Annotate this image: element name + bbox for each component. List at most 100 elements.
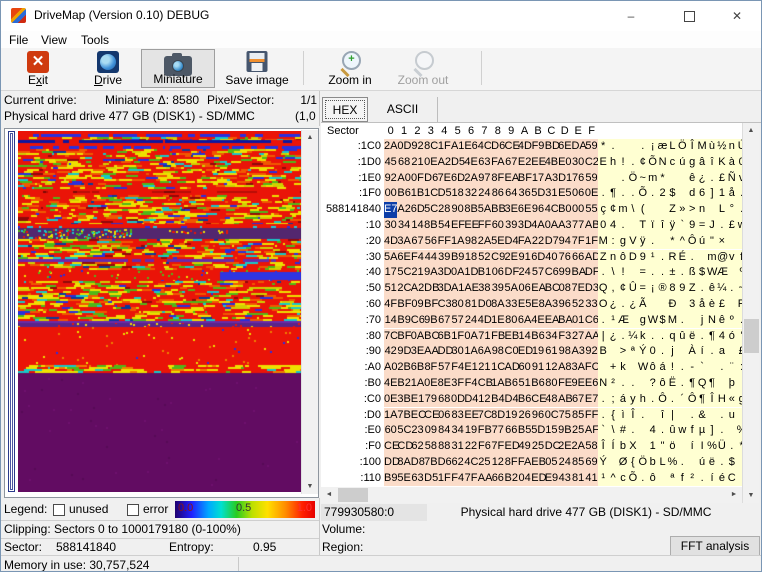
hex-byte[interactable]: 6E <box>397 250 410 266</box>
hex-byte[interactable]: FF <box>585 408 598 424</box>
hex-byte[interactable]: 19 <box>505 408 518 424</box>
ascii-char[interactable]: % <box>667 455 677 471</box>
ascii-char[interactable]: E <box>598 155 608 171</box>
hex-byte[interactable]: 9D <box>397 344 410 360</box>
hex-byte[interactable]: E0 <box>558 155 571 171</box>
ascii-char[interactable]: N <box>598 376 608 392</box>
ascii-char[interactable]: : <box>608 234 618 250</box>
hex-byte[interactable]: D4 <box>464 392 477 408</box>
hex-byte[interactable]: A2 <box>397 202 410 218</box>
hex-byte[interactable]: 4D <box>478 313 491 329</box>
ascii-char[interactable]: n <box>727 139 737 155</box>
ascii-char[interactable]: | <box>598 329 608 345</box>
ascii-char[interactable]: ª <box>667 471 677 487</box>
hex-byte[interactable]: D4 <box>505 234 518 250</box>
hex-byte[interactable]: AD <box>505 360 518 376</box>
hex-byte[interactable]: 34 <box>545 329 558 345</box>
hex-byte[interactable]: 80 <box>505 313 518 329</box>
hex-byte[interactable]: B6 <box>505 376 518 392</box>
hex-byte[interactable]: D6 <box>424 171 437 187</box>
ascii-char[interactable]: f <box>687 423 697 439</box>
hex-byte[interactable]: E7 <box>384 202 397 218</box>
hex-byte[interactable]: EE <box>531 155 544 171</box>
ascii-char[interactable]: . <box>638 408 648 424</box>
hex-byte[interactable]: 2E <box>558 439 571 455</box>
hex-byte[interactable]: 5A <box>505 281 518 297</box>
hex-byte[interactable]: BB <box>491 202 504 218</box>
hex-byte[interactable]: 67 <box>411 234 424 250</box>
hex-byte[interactable]: 91 <box>518 250 531 266</box>
ascii-char[interactable]: " <box>658 439 668 455</box>
ascii-char[interactable]: . <box>598 408 608 424</box>
ascii-char[interactable]: Ã <box>638 297 648 313</box>
tab-hex[interactable]: HEX <box>322 97 368 122</box>
hex-byte[interactable]: 49 <box>518 439 531 455</box>
hex-byte[interactable]: 33 <box>505 297 518 313</box>
hex-byte[interactable]: 5E <box>491 234 504 250</box>
ascii-char[interactable]: í <box>707 471 717 487</box>
hex-byte[interactable]: 12 <box>478 392 491 408</box>
ascii-char[interactable]: b <box>618 439 628 455</box>
ascii-char[interactable]: ] <box>707 186 717 202</box>
ascii-char[interactable]: . <box>618 376 628 392</box>
ascii-char[interactable]: ô <box>618 250 628 266</box>
ascii-char[interactable]: Î <box>598 439 608 455</box>
hex-byte[interactable]: 98 <box>464 234 477 250</box>
hex-byte[interactable]: D5 <box>424 471 437 487</box>
ascii-char[interactable]: = <box>697 218 707 234</box>
hex-byte[interactable]: B9 <box>397 313 410 329</box>
hex-byte[interactable]: A1 <box>451 139 464 155</box>
hex-byte[interactable]: 62 <box>411 439 424 455</box>
hex-byte[interactable]: 19 <box>464 423 477 439</box>
ascii-char[interactable]: M <box>598 234 608 250</box>
hex-byte[interactable]: 00 <box>384 186 397 202</box>
hex-byte[interactable]: B5 <box>518 423 531 439</box>
ascii-char[interactable]: ` <box>598 423 608 439</box>
hex-byte[interactable]: 3D <box>438 281 451 297</box>
ascii-char[interactable]: m <box>648 171 658 187</box>
hex-byte[interactable]: F6 <box>478 439 491 455</box>
ascii-char[interactable]: m <box>707 250 717 266</box>
ascii-char[interactable]: µ <box>697 423 707 439</box>
ascii-char[interactable]: ¹ <box>598 471 608 487</box>
hex-byte[interactable]: 96 <box>531 408 544 424</box>
ascii-char[interactable]: ¿ <box>608 329 618 345</box>
ascii-char[interactable]: . <box>677 455 687 471</box>
hex-byte[interactable]: 1C <box>491 360 504 376</box>
hex-byte[interactable]: ED <box>531 471 544 487</box>
hex-byte[interactable]: AE <box>464 281 477 297</box>
hex-byte[interactable]: 63 <box>478 155 491 171</box>
ascii-char[interactable]: . <box>717 218 727 234</box>
hex-byte[interactable]: E5 <box>518 297 531 313</box>
ascii-char[interactable]: ¹ <box>608 313 618 329</box>
close-button[interactable]: ✕ <box>713 1 761 31</box>
hex-byte[interactable]: A8 <box>558 360 571 376</box>
ascii-char[interactable]: O <box>598 297 608 313</box>
ascii-char[interactable]: j <box>697 313 707 329</box>
hex-byte[interactable]: BC <box>424 329 437 345</box>
ascii-char[interactable]: ¡ <box>648 281 658 297</box>
hex-byte[interactable]: 62 <box>451 455 464 471</box>
hex-byte[interactable]: 05 <box>545 455 558 471</box>
hex-byte[interactable]: 22 <box>531 234 544 250</box>
hex-byte[interactable]: 6B <box>411 360 424 376</box>
hex-byte[interactable]: 26 <box>518 408 531 424</box>
hex-byte[interactable]: 6B <box>438 329 451 345</box>
hex-byte[interactable]: 17 <box>531 171 544 187</box>
ascii-char[interactable]: g <box>618 234 628 250</box>
hex-byte[interactable]: AD <box>585 250 598 266</box>
hex-byte[interactable]: CE <box>424 408 437 424</box>
ascii-char[interactable]: . <box>658 265 668 281</box>
hex-byte[interactable]: 94 <box>558 234 571 250</box>
ascii-char[interactable]: Ø <box>618 455 628 471</box>
hex-byte[interactable]: 92 <box>384 171 397 187</box>
hex-byte[interactable]: 01 <box>571 313 584 329</box>
hex-byte[interactable]: 44 <box>424 250 437 266</box>
hex-byte[interactable]: 80 <box>451 297 464 313</box>
hex-byte[interactable]: 57 <box>438 360 451 376</box>
ascii-char[interactable]: ª <box>628 344 638 360</box>
ascii-char[interactable]: ² <box>608 376 618 392</box>
hex-byte[interactable]: 81 <box>464 297 477 313</box>
hex-byte[interactable]: 54 <box>438 218 451 234</box>
hex-byte[interactable]: 42 <box>384 344 397 360</box>
